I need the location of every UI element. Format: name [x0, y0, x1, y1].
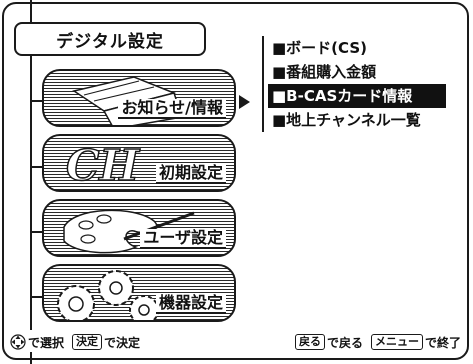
submenu-item-bcas-card-info[interactable]: ■B-CASカード情報	[268, 84, 446, 108]
submenu-bracket	[262, 36, 264, 132]
connector-line	[30, 166, 42, 168]
menu-item-initial-settings[interactable]: CH 初期設定	[42, 134, 236, 192]
menu-key: メニュー	[370, 334, 423, 350]
spine-line	[30, 0, 32, 22]
connector-line	[30, 296, 42, 298]
footer-select-text: で選択	[28, 335, 65, 350]
enter-key: 決定	[72, 334, 103, 350]
menu-item-label: 機器設定	[155, 294, 226, 314]
submenu-list: ■ボード(CS) ■番組購入金額 ■B-CASカード情報 ■地上チャンネル一覧	[268, 36, 446, 132]
menu-item-label: お知らせ/情報	[118, 99, 226, 119]
svg-text:CH: CH	[66, 141, 140, 190]
footer-menu-text: で終了	[424, 335, 461, 350]
arrow-right-icon	[239, 95, 250, 109]
submenu-item-terrestrial-channels[interactable]: ■地上チャンネル一覧	[268, 108, 446, 132]
menu-item-info[interactable]: お知らせ/情報	[42, 69, 236, 127]
menu-item-device-settings[interactable]: 機器設定	[42, 264, 236, 322]
menu-item-user-settings[interactable]: ユーザ設定	[42, 199, 236, 257]
connector-line	[30, 100, 42, 102]
submenu-item-board[interactable]: ■ボード(CS)	[268, 36, 446, 60]
spine-line	[30, 56, 32, 330]
connector-line	[30, 231, 42, 233]
menu-item-label: ユーザ設定	[140, 229, 226, 249]
page-title: デジタル設定	[14, 22, 206, 56]
dpad-icon	[10, 334, 26, 350]
footer-help-bar: で選択 決定 で決定 戻る で戻る メニュー で終了	[4, 330, 467, 354]
submenu-item-purchase-amount[interactable]: ■番組購入金額	[268, 60, 446, 84]
footer-enter-text: で決定	[104, 335, 141, 350]
menu-item-label: 初期設定	[155, 164, 226, 184]
footer-back-text: で戻る	[326, 335, 363, 350]
back-key: 戻る	[294, 334, 325, 350]
